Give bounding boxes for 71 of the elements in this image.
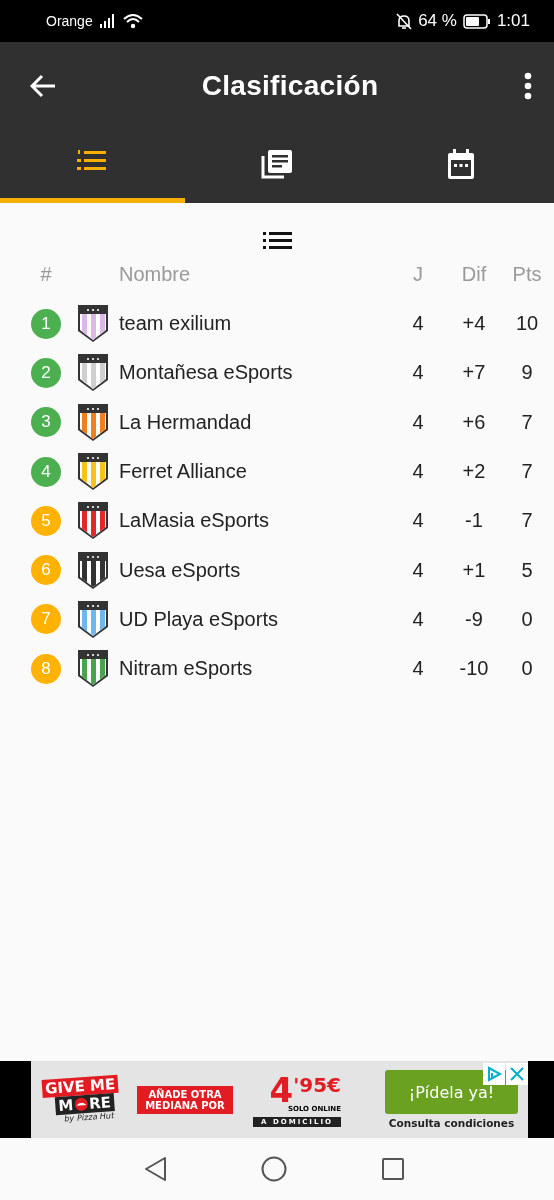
rank-badge: 7 xyxy=(31,604,61,635)
ad-logo-text: M xyxy=(57,1095,74,1115)
table-cell-text: -9 xyxy=(464,607,484,631)
table-cell-text: +4 xyxy=(461,312,487,336)
recents-nav-icon[interactable] xyxy=(381,1157,405,1181)
table-cell-text: 4 xyxy=(411,410,425,434)
table-cell-text: -10 xyxy=(458,657,490,681)
team-name: team exilium xyxy=(119,312,233,336)
back-arrow-icon xyxy=(30,74,56,98)
column-header: J xyxy=(412,262,424,286)
table-cell-text: +2 xyxy=(461,460,487,484)
column-header: Nombre xyxy=(119,262,192,286)
sort-list-icon[interactable] xyxy=(262,232,292,249)
back-nav-icon[interactable] xyxy=(143,1156,167,1182)
column-header: Pts xyxy=(511,262,543,286)
team-name: Montañesa eSports xyxy=(119,361,294,385)
column-header: # xyxy=(39,262,53,286)
muted-bell-icon xyxy=(396,12,413,30)
team-name: La Hermandad xyxy=(119,410,253,434)
table-cell-text: +6 xyxy=(461,410,487,434)
team-name: Ferret Alliance xyxy=(119,460,248,484)
carrier-name: Orange xyxy=(46,13,93,29)
close-icon[interactable] xyxy=(506,1063,528,1085)
table-cell-text: 10 xyxy=(514,312,540,336)
table-cell-text: 4 xyxy=(411,312,425,336)
table-cell-text: 4 xyxy=(411,558,425,582)
more-options-icon[interactable] xyxy=(524,72,532,100)
table-cell-text: 4 xyxy=(411,607,425,631)
team-name: Nitram eSports xyxy=(119,657,254,681)
battery-icon xyxy=(462,13,491,29)
table-cell-text: 7 xyxy=(520,509,534,533)
team-name: UD Playa eSports xyxy=(119,607,279,631)
rank-badge: 3 xyxy=(31,407,61,438)
table-cell-text: 0 xyxy=(520,607,534,631)
ad-logo-text: Pizza Hut xyxy=(76,1111,115,1123)
home-nav-icon[interactable] xyxy=(261,1156,287,1182)
ad-price: '95€ xyxy=(293,1072,341,1097)
news-icon xyxy=(261,149,293,179)
table-cell-text: 4 xyxy=(411,460,425,484)
table-cell-text: 4 xyxy=(411,361,425,385)
table-cell-text: 4 xyxy=(411,657,425,681)
rank-badge: 5 xyxy=(31,505,61,536)
rank-badge: 2 xyxy=(31,357,61,388)
rank-badge: 4 xyxy=(31,456,61,487)
table-cell-text: 7 xyxy=(520,460,534,484)
team-name: LaMasia eSports xyxy=(119,509,271,533)
clock-time: 1:01 xyxy=(496,11,530,31)
table-cell-text: +7 xyxy=(461,361,487,385)
signal-icon xyxy=(98,14,117,28)
column-header: Dif xyxy=(460,262,488,286)
screen-title: Clasificación xyxy=(200,70,380,102)
rank-badge: 6 xyxy=(31,555,61,586)
ad-choices-icon[interactable] xyxy=(483,1063,505,1085)
ad-offer-text: AÑADE OTRA MEDIANA POR xyxy=(145,1088,225,1111)
table-cell-text: 7 xyxy=(520,410,534,434)
battery-percent: 64 % xyxy=(418,11,457,31)
ad-price: 4 xyxy=(269,1072,294,1107)
rank-badge: 1 xyxy=(31,308,61,339)
table-cell-text: 9 xyxy=(520,361,534,385)
back-button[interactable] xyxy=(30,74,56,98)
table-cell-text: -1 xyxy=(464,509,484,533)
table-cell-text: 4 xyxy=(411,509,425,533)
table-cell-text: 5 xyxy=(520,558,534,582)
team-name: Uesa eSports xyxy=(119,558,242,582)
ad-logo-text: by xyxy=(64,1113,75,1124)
ad-text: Consulta condiciones xyxy=(388,1117,515,1129)
table-cell-text: +1 xyxy=(461,558,487,582)
rank-badge: 8 xyxy=(31,653,61,684)
pizza-icon xyxy=(72,1096,90,1112)
table-cell-text: 0 xyxy=(520,657,534,681)
wifi-icon xyxy=(122,13,143,29)
